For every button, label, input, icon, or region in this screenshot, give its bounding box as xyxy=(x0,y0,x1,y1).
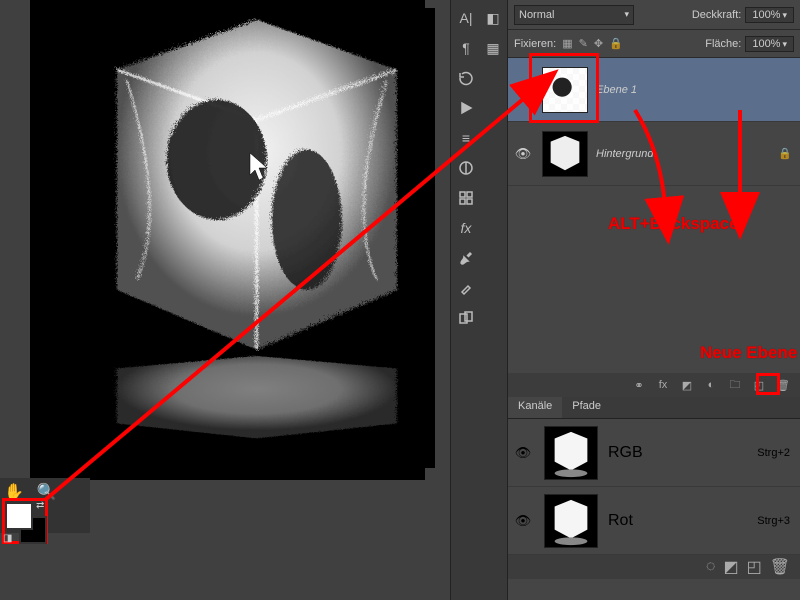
layer-thumbnail[interactable] xyxy=(542,131,588,177)
channels-tabs: Kanäle Pfade xyxy=(508,397,800,419)
layer-thumbnail[interactable] xyxy=(542,67,588,113)
visibility-toggle-icon[interactable]: 👁 xyxy=(512,445,534,461)
panel-icon[interactable]: ▦ xyxy=(481,36,505,60)
paragraph-panel-icon[interactable]: ¶ xyxy=(454,36,478,60)
layers-list: 👁 Ebene 1 👁 Hintergrund 🔒 xyxy=(508,58,800,186)
lock-label: Fixieren: xyxy=(514,38,556,50)
save-selection-icon[interactable]: ◩ xyxy=(723,557,738,577)
new-channel-icon[interactable]: ◰ xyxy=(747,557,762,577)
channel-row[interactable]: 👁 RGB Strg+2 xyxy=(508,419,800,487)
opacity-label: Deckkraft: xyxy=(692,9,742,21)
channels-panel: Kanäle Pfade 👁 RGB Strg+2 👁 Rot Strg+3 ◌… xyxy=(508,397,800,579)
layer-name[interactable]: Hintergrund xyxy=(596,148,653,160)
panel-icon[interactable]: ◧ xyxy=(481,6,505,30)
layer-options-row: Normal ▾ Deckkraft: 100%▾ xyxy=(508,0,800,30)
dropdown-arrow-icon: ▾ xyxy=(624,9,629,20)
adjustments-panel-icon[interactable] xyxy=(454,156,478,180)
lock-position-icon[interactable]: ✥ xyxy=(594,37,603,50)
new-group-icon[interactable]: 🗀 xyxy=(726,376,744,394)
layer-row[interactable]: 👁 Hintergrund 🔒 xyxy=(508,122,800,186)
channel-name: RGB xyxy=(608,444,643,462)
channel-shortcut: Strg+3 xyxy=(757,515,790,527)
visibility-toggle-icon[interactable]: 👁 xyxy=(512,146,534,162)
layer-fx-icon[interactable]: fx xyxy=(654,376,672,394)
lock-transparency-icon[interactable]: ▦ xyxy=(562,37,572,50)
canvas-artwork xyxy=(75,8,435,468)
channel-shortcut: Strg+2 xyxy=(757,447,790,459)
load-selection-icon[interactable]: ◌ xyxy=(706,558,716,576)
fill-value[interactable]: 100%▾ xyxy=(745,36,794,52)
layer-name[interactable]: Ebene 1 xyxy=(596,84,637,96)
color-swatches[interactable]: ⇄ ◨ xyxy=(3,500,47,544)
fill-label: Fläche: xyxy=(705,38,741,50)
styles-panel-icon[interactable] xyxy=(454,186,478,210)
lock-all-icon[interactable]: 🔒 xyxy=(609,37,623,50)
document-canvas[interactable] xyxy=(30,0,425,480)
layer-lock-row: Fixieren: ▦ ✎ ✥ 🔒 Fläche: 100%▾ xyxy=(508,30,800,58)
fx-panel-icon[interactable]: fx xyxy=(454,216,478,240)
channel-row[interactable]: 👁 Rot Strg+3 xyxy=(508,487,800,555)
clone-source-icon[interactable] xyxy=(454,306,478,330)
channel-name: Rot xyxy=(608,512,633,530)
blend-mode-value: Normal xyxy=(519,9,554,21)
add-mask-icon[interactable]: ◩ xyxy=(678,376,696,394)
channel-thumbnail xyxy=(544,426,598,480)
properties-panel-icon[interactable]: ≡ xyxy=(454,126,478,150)
brush-settings-icon[interactable] xyxy=(454,246,478,270)
channel-thumbnail xyxy=(544,494,598,548)
link-layers-icon[interactable]: ⚭ xyxy=(630,376,648,394)
delete-layer-icon[interactable]: 🗑 xyxy=(774,376,792,394)
layer-row[interactable]: 👁 Ebene 1 xyxy=(508,58,800,122)
history-panel-icon[interactable] xyxy=(454,66,478,90)
brushes-panel-icon[interactable] xyxy=(454,276,478,300)
collapsed-panels-dock: A| ¶ ≡ fx ◧ ▦ xyxy=(450,0,508,600)
swap-colors-icon[interactable]: ⇄ xyxy=(36,500,44,511)
default-colors-icon[interactable]: ◨ xyxy=(3,533,12,544)
channels-footer: ◌ ◩ ◰ 🗑 xyxy=(508,555,800,579)
blend-mode-select[interactable]: Normal ▾ xyxy=(514,5,634,25)
opacity-value[interactable]: 100%▾ xyxy=(745,7,794,23)
lock-buttons: ▦ ✎ ✥ 🔒 xyxy=(562,37,623,50)
lock-icon: 🔒 xyxy=(778,147,792,160)
character-panel-icon[interactable]: A| xyxy=(454,6,478,30)
lock-pixels-icon[interactable]: ✎ xyxy=(579,37,588,50)
visibility-toggle-icon[interactable]: 👁 xyxy=(512,82,534,98)
new-layer-icon[interactable]: ◰ xyxy=(750,376,768,394)
foreground-color-swatch[interactable] xyxy=(5,502,33,530)
visibility-toggle-icon[interactable]: 👁 xyxy=(512,513,534,529)
canvas-viewport[interactable]: ✋ 🔍 ⇄ ◨ xyxy=(0,0,450,600)
actions-panel-icon[interactable] xyxy=(454,96,478,120)
tab-paths[interactable]: Pfade xyxy=(562,397,611,418)
layers-panel-footer: ⚭ fx ◩ ◐ 🗀 ◰ 🗑 xyxy=(508,373,800,397)
delete-channel-icon[interactable]: 🗑 xyxy=(770,557,790,577)
tab-channels[interactable]: Kanäle xyxy=(508,397,562,418)
adjustment-layer-icon[interactable]: ◐ xyxy=(702,376,720,394)
